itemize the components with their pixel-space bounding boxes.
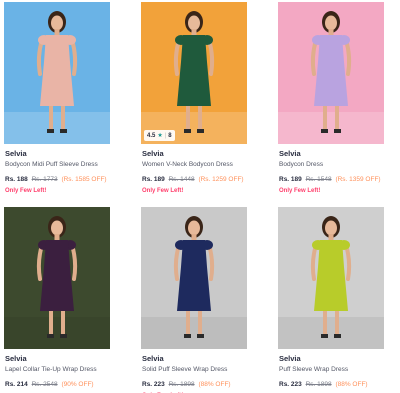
product-title: Bodycon Dress: [279, 161, 324, 168]
product-price: Rs. 223: [142, 381, 165, 388]
price-row: Rs. 189 Rs. 1548 (Rs. 1359 OFF): [279, 176, 384, 184]
product-brand: Selvia: [142, 354, 164, 363]
model-photo: [141, 207, 247, 349]
product-info: Selvia Puff Sleeve Wrap Dress Rs. 223 Rs…: [278, 354, 384, 389]
product-brand: Selvia: [142, 149, 164, 158]
product-price: Rs. 189: [142, 176, 165, 183]
product-price: Rs. 188: [5, 176, 28, 183]
price-row: Rs. 223 Rs. 1898 (88% OFF): [279, 381, 384, 389]
product-mrp: Rs. 1898: [305, 381, 332, 388]
product-mrp: Rs. 1548: [305, 176, 332, 183]
product-card[interactable]: 4.5 ★ | 8 Selvia Women V-Neck Bodycon Dr…: [141, 2, 247, 195]
product-brand: Selvia: [5, 354, 27, 363]
product-discount: (Rs. 1259 OFF): [198, 176, 244, 183]
product-title: Bodycon Midi Puff Sleeve Dress: [5, 161, 98, 168]
price-row: Rs. 223 Rs. 1898 (88% OFF): [142, 381, 247, 389]
product-image[interactable]: [141, 207, 247, 349]
rating-badge: 4.5 ★ | 8: [144, 130, 175, 141]
price-row: Rs. 189 Rs. 1448 (Rs. 1259 OFF): [142, 176, 247, 184]
product-title: Women V-Neck Bodycon Dress: [142, 161, 233, 168]
star-icon: ★: [157, 133, 163, 139]
rating-value: 4.5: [147, 132, 156, 139]
product-discount: (88% OFF): [198, 381, 231, 388]
model-photo: [141, 2, 247, 144]
product-image[interactable]: [4, 2, 110, 144]
product-mrp: Rs. 1773: [31, 176, 58, 183]
product-info: Selvia Solid Puff Sleeve Wrap Dress Rs. …: [141, 354, 247, 393]
stock-note: Only Few Left!: [5, 188, 47, 194]
product-price: Rs. 223: [279, 381, 302, 388]
product-image[interactable]: 4.5 ★ | 8: [141, 2, 247, 144]
product-brand: Selvia: [5, 149, 27, 158]
model-photo: [4, 2, 110, 144]
product-mrp: Rs. 2548: [31, 381, 58, 388]
model-photo: [278, 207, 384, 349]
product-info: Selvia Lapel Collar Tie-Up Wrap Dress Rs…: [4, 354, 110, 389]
product-price: Rs. 214: [5, 381, 28, 388]
product-title: Solid Puff Sleeve Wrap Dress: [142, 366, 228, 373]
price-row: Rs. 214 Rs. 2548 (90% OFF): [5, 381, 110, 389]
rating-count: 8: [168, 132, 172, 139]
stock-note: Only Few Left!: [142, 188, 184, 194]
product-image[interactable]: [278, 207, 384, 349]
product-image[interactable]: [4, 207, 110, 349]
product-discount: (90% OFF): [61, 381, 94, 388]
product-price: Rs. 189: [279, 176, 302, 183]
product-image[interactable]: [278, 2, 384, 144]
product-brand: Selvia: [279, 354, 301, 363]
product-info: Selvia Bodycon Midi Puff Sleeve Dress Rs…: [4, 149, 110, 195]
product-card[interactable]: Selvia Puff Sleeve Wrap Dress Rs. 223 Rs…: [278, 207, 384, 389]
product-card[interactable]: Selvia Solid Puff Sleeve Wrap Dress Rs. …: [141, 207, 247, 393]
product-info: Selvia Bodycon Dress Rs. 189 Rs. 1548 (R…: [278, 149, 384, 195]
product-brand: Selvia: [279, 149, 301, 158]
product-mrp: Rs. 1448: [168, 176, 195, 183]
model-photo: [278, 2, 384, 144]
product-card[interactable]: Selvia Bodycon Midi Puff Sleeve Dress Rs…: [4, 2, 110, 195]
product-discount: (Rs. 1359 OFF): [335, 176, 381, 183]
product-grid: Selvia Bodycon Midi Puff Sleeve Dress Rs…: [0, 0, 400, 393]
rating-separator: |: [164, 132, 167, 139]
product-info: Selvia Women V-Neck Bodycon Dress Rs. 18…: [141, 149, 247, 195]
product-discount: (88% OFF): [335, 381, 368, 388]
model-photo: [4, 207, 110, 349]
product-card[interactable]: Selvia Lapel Collar Tie-Up Wrap Dress Rs…: [4, 207, 110, 389]
product-title: Puff Sleeve Wrap Dress: [279, 366, 349, 373]
product-card[interactable]: Selvia Bodycon Dress Rs. 189 Rs. 1548 (R…: [278, 2, 384, 195]
stock-note: Only Few Left!: [279, 188, 321, 194]
product-discount: (Rs. 1585 OFF): [61, 176, 107, 183]
price-row: Rs. 188 Rs. 1773 (Rs. 1585 OFF): [5, 176, 110, 184]
product-title: Lapel Collar Tie-Up Wrap Dress: [5, 366, 97, 373]
product-mrp: Rs. 1898: [168, 381, 195, 388]
